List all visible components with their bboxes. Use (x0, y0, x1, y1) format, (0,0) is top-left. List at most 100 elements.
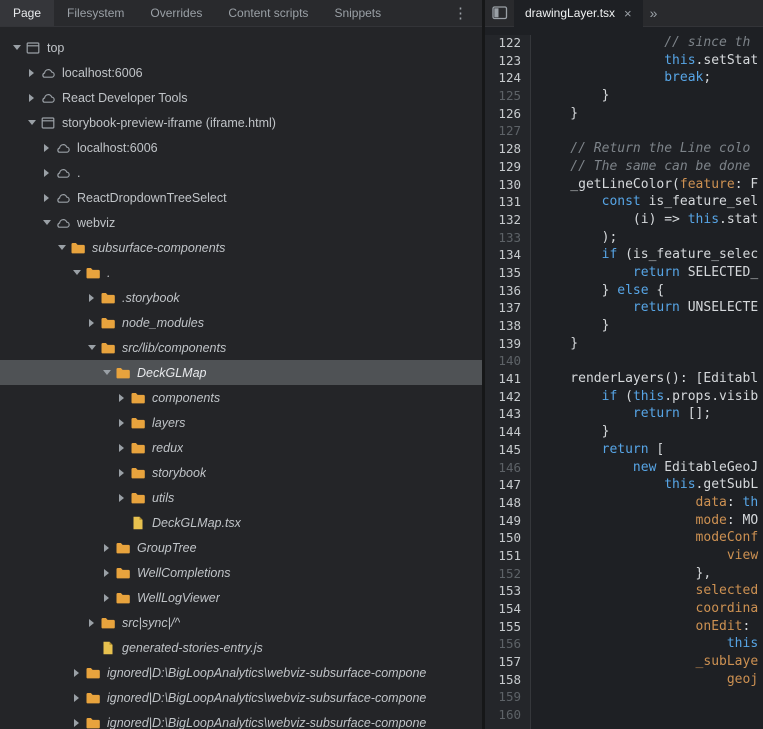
line-number[interactable]: 149 (485, 513, 530, 531)
toggle-navigator-icon[interactable] (492, 6, 508, 20)
tree-item-deckglmap[interactable]: DeckGLMap (0, 360, 482, 385)
code-line[interactable]: } (539, 318, 763, 336)
code-line[interactable]: } (539, 336, 763, 354)
code-line[interactable]: const is_feature_sel (539, 194, 763, 212)
tree-item-grouptree[interactable]: GroupTree (0, 535, 482, 560)
line-number[interactable]: 146 (485, 460, 530, 478)
chevron-right-icon[interactable] (40, 144, 53, 152)
line-number[interactable]: 156 (485, 636, 530, 654)
tree-item-ignored-d-bigloopanalytics-webviz-subsur[interactable]: ignored|D:\BigLoopAnalytics\webviz-subsu… (0, 710, 482, 729)
chevron-right-icon[interactable] (70, 694, 83, 702)
line-number[interactable]: 138 (485, 318, 530, 336)
chevron-right-icon[interactable] (115, 494, 128, 502)
line-number[interactable]: 154 (485, 601, 530, 619)
code-line[interactable]: this.setStat (539, 53, 763, 71)
code-line[interactable]: // The same can be done (539, 159, 763, 177)
tree-item-reactdropdowntreeselect[interactable]: ReactDropdownTreeSelect (0, 185, 482, 210)
code-line[interactable]: new EditableGeoJ (539, 460, 763, 478)
line-number[interactable]: 139 (485, 336, 530, 354)
chevron-down-icon[interactable] (25, 120, 38, 125)
code-line[interactable]: onEdit: (539, 619, 763, 637)
line-number[interactable]: 158 (485, 672, 530, 690)
chevron-right-icon[interactable] (70, 719, 83, 727)
line-number[interactable]: 150 (485, 530, 530, 548)
code-line[interactable]: data: th (539, 495, 763, 513)
tree-item-storybook[interactable]: storybook (0, 460, 482, 485)
line-number[interactable]: 125 (485, 88, 530, 106)
tree-item-src-lib-components[interactable]: src/lib/components (0, 335, 482, 360)
code-line[interactable]: }, (539, 566, 763, 584)
tab-page[interactable]: Page (0, 0, 55, 26)
tree-item-ignored-d-bigloopanalytics-webviz-subsur[interactable]: ignored|D:\BigLoopAnalytics\webviz-subsu… (0, 685, 482, 710)
close-icon[interactable]: × (624, 7, 632, 20)
chevron-down-icon[interactable] (55, 245, 68, 250)
line-number[interactable]: 132 (485, 212, 530, 230)
tree-item-layers[interactable]: layers (0, 410, 482, 435)
chevron-right-icon[interactable] (85, 294, 98, 302)
line-number[interactable]: 134 (485, 247, 530, 265)
chevron-right-icon[interactable] (115, 469, 128, 477)
code-line[interactable]: return SELECTED_ (539, 265, 763, 283)
line-number[interactable]: 133 (485, 230, 530, 248)
chevron-right-icon[interactable] (40, 194, 53, 202)
tree-item-deckglmap.tsx[interactable]: DeckGLMap.tsx (0, 510, 482, 535)
code-line[interactable] (539, 353, 763, 371)
tree-item-components[interactable]: components (0, 385, 482, 410)
code-line[interactable] (539, 689, 763, 707)
code-line[interactable] (539, 707, 763, 725)
editor-tab[interactable]: drawingLayer.tsx × (514, 0, 643, 27)
code-editor[interactable]: // since th this.setStat break; } } // R… (531, 35, 763, 729)
line-number[interactable]: 124 (485, 70, 530, 88)
tree-item-wellcompletions[interactable]: WellCompletions (0, 560, 482, 585)
code-line[interactable]: break; (539, 70, 763, 88)
code-line[interactable]: // since th (539, 35, 763, 53)
chevron-right-icon[interactable] (100, 569, 113, 577)
tree-item-generated-stories-entry.js[interactable]: generated-stories-entry.js (0, 635, 482, 660)
code-line[interactable]: renderLayers(): [Editabl (539, 371, 763, 389)
more-tabs-icon[interactable]: ⋮ (453, 6, 468, 21)
code-line[interactable]: // Return the Line colo (539, 141, 763, 159)
tree-item-react-developer-tools[interactable]: React Developer Tools (0, 85, 482, 110)
tab-content-scripts[interactable]: Content scripts (215, 0, 321, 26)
tree-item-redux[interactable]: redux (0, 435, 482, 460)
line-number[interactable]: 157 (485, 654, 530, 672)
line-number[interactable]: 153 (485, 583, 530, 601)
line-number[interactable]: 131 (485, 194, 530, 212)
tree-item-localhost-6006[interactable]: localhost:6006 (0, 135, 482, 160)
line-number[interactable]: 136 (485, 283, 530, 301)
chevron-right-icon[interactable] (85, 319, 98, 327)
line-number[interactable]: 151 (485, 548, 530, 566)
code-line[interactable]: coordina (539, 601, 763, 619)
code-line[interactable]: } (539, 106, 763, 124)
chevron-right-icon[interactable] (115, 419, 128, 427)
line-number[interactable]: 159 (485, 689, 530, 707)
line-number[interactable]: 148 (485, 495, 530, 513)
chevron-right-icon[interactable] (25, 94, 38, 102)
code-line[interactable]: } else { (539, 283, 763, 301)
code-line[interactable]: return [ (539, 442, 763, 460)
code-line[interactable]: _getLineColor(feature: F (539, 177, 763, 195)
tree-item-.[interactable]: . (0, 160, 482, 185)
code-line[interactable]: return UNSELECTE (539, 300, 763, 318)
chevron-right-icon[interactable] (40, 169, 53, 177)
tree-item-subsurface-components[interactable]: subsurface-components (0, 235, 482, 260)
tree-item-.[interactable]: . (0, 260, 482, 285)
tree-item-storybook-preview-iframe-iframe.html-[interactable]: storybook-preview-iframe (iframe.html) (0, 110, 482, 135)
line-number[interactable]: 160 (485, 707, 530, 725)
code-line[interactable]: view (539, 548, 763, 566)
code-line[interactable]: if (is_feature_selec (539, 247, 763, 265)
code-line[interactable]: mode: MO (539, 513, 763, 531)
chevron-down-icon[interactable] (100, 370, 113, 375)
line-number[interactable]: 137 (485, 300, 530, 318)
chevron-right-icon[interactable] (100, 544, 113, 552)
code-line[interactable]: geoj (539, 672, 763, 690)
line-number[interactable]: 147 (485, 477, 530, 495)
line-number[interactable]: 130 (485, 177, 530, 195)
chevron-right-icon[interactable] (70, 669, 83, 677)
chevron-right-icon[interactable] (25, 69, 38, 77)
chevron-down-icon[interactable] (40, 220, 53, 225)
code-line[interactable]: ); (539, 230, 763, 248)
code-line[interactable]: this (539, 636, 763, 654)
line-number[interactable]: 135 (485, 265, 530, 283)
chevron-right-icon[interactable] (85, 619, 98, 627)
